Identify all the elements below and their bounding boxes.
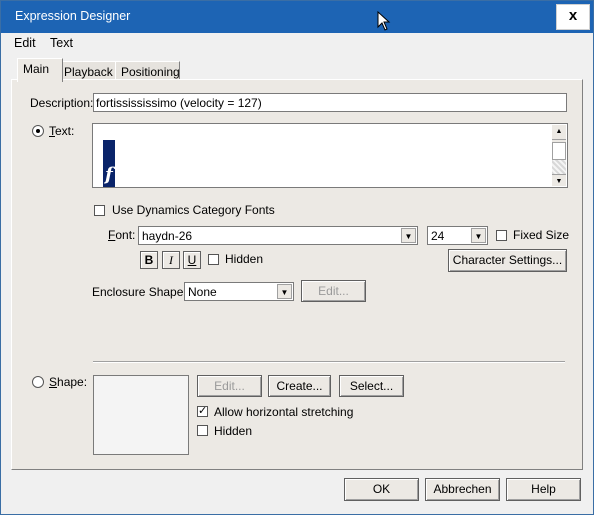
fixed-size-checkbox[interactable] xyxy=(496,230,507,241)
shape-preview-box[interactable] xyxy=(93,375,189,455)
character-settings-button[interactable]: Character Settings... xyxy=(448,249,567,272)
enclosure-shape-dropdown[interactable]: None ▼ xyxy=(184,282,294,301)
ok-button[interactable]: OK xyxy=(344,478,419,501)
font-label: Font: xyxy=(108,228,136,242)
allow-stretching-label: Allow horizontal stretching xyxy=(214,405,354,419)
text-preview-box[interactable]: f ▲ ▼ xyxy=(92,123,568,188)
shape-select-button[interactable]: Select... xyxy=(339,375,404,397)
dynamics-fonts-checkbox[interactable] xyxy=(94,205,105,216)
mouse-cursor-icon xyxy=(377,11,391,31)
menu-text[interactable]: Text xyxy=(50,36,73,50)
font-hidden-checkbox[interactable] xyxy=(208,254,219,265)
separator xyxy=(93,361,565,363)
cancel-button[interactable]: Abbrechen xyxy=(425,478,500,501)
menu-bar: Edit Text xyxy=(1,33,593,53)
window-title: Expression Designer xyxy=(15,9,131,23)
underline-button[interactable]: U xyxy=(183,251,201,269)
shape-radio[interactable] xyxy=(32,376,44,388)
text-radio[interactable] xyxy=(32,125,44,137)
bold-button[interactable]: B xyxy=(140,251,158,269)
fixed-size-label: Fixed Size xyxy=(513,228,570,242)
chevron-down-icon[interactable]: ▼ xyxy=(471,228,486,243)
scroll-down-icon[interactable]: ▼ xyxy=(552,174,566,189)
shape-edit-button[interactable]: Edit... xyxy=(197,375,262,397)
description-input[interactable]: fortissississimo (velocity = 127) xyxy=(93,93,567,112)
shape-hidden-checkbox[interactable] xyxy=(197,425,208,436)
shape-hidden-label: Hidden xyxy=(214,424,253,438)
shape-create-button[interactable]: Create... xyxy=(268,375,331,397)
allow-stretching-checkbox[interactable]: ✓ xyxy=(197,406,208,417)
shape-radio-label: Shape: xyxy=(49,375,88,389)
font-name-dropdown[interactable]: haydn-26 ▼ xyxy=(138,226,418,245)
dynamics-fonts-label: Use Dynamics Category Fonts xyxy=(112,203,275,217)
text-preview-scrollbar[interactable]: ▲ ▼ xyxy=(552,125,566,186)
enclosure-shape-label: Enclosure Shape: xyxy=(92,285,187,299)
enclosure-shape-value: None xyxy=(188,285,217,299)
font-size-value: 24 xyxy=(431,229,445,243)
description-value: fortissississimo (velocity = 127) xyxy=(96,96,262,110)
chevron-down-icon[interactable]: ▼ xyxy=(277,284,292,299)
scroll-thumb[interactable] xyxy=(552,142,566,160)
font-hidden-label: Hidden xyxy=(225,252,264,266)
help-button[interactable]: Help xyxy=(506,478,581,501)
scroll-track[interactable] xyxy=(552,160,566,174)
menu-edit[interactable]: Edit xyxy=(14,36,36,50)
italic-button[interactable]: I xyxy=(162,251,180,269)
dynamic-glyph: f xyxy=(105,164,113,185)
font-name-value: haydn-26 xyxy=(142,229,193,243)
title-bar[interactable]: Expression Designer x xyxy=(1,1,593,33)
enclosure-edit-button[interactable]: Edit... xyxy=(301,280,366,302)
scroll-up-icon[interactable]: ▲ xyxy=(552,125,566,140)
main-tab-panel: Description: fortissississimo (velocity … xyxy=(11,79,583,470)
chevron-down-icon[interactable]: ▼ xyxy=(401,228,416,243)
tab-main[interactable]: Main xyxy=(17,58,63,82)
text-radio-label: Text: xyxy=(49,124,75,138)
close-button[interactable]: x xyxy=(556,4,590,30)
description-label: Description: xyxy=(30,96,94,110)
expression-designer-window: Expression Designer x Edit Text Main Pla… xyxy=(0,0,594,515)
font-size-dropdown[interactable]: 24 ▼ xyxy=(427,226,488,245)
